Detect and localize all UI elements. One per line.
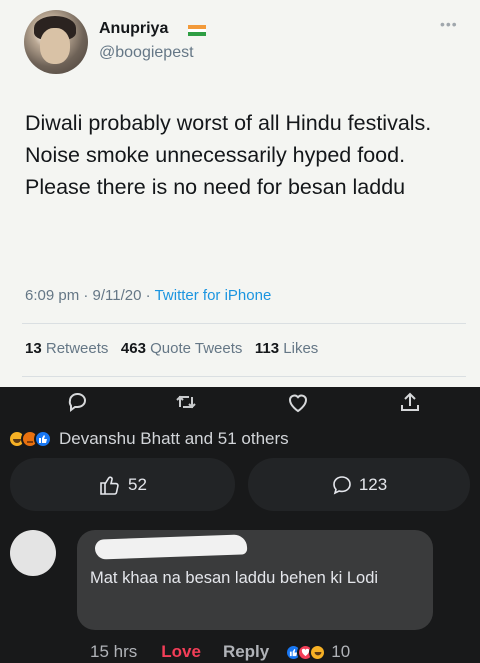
thumbs-up-icon [100, 475, 119, 495]
likes-count: 113 [254, 340, 280, 357]
reply-icon[interactable] [66, 391, 90, 413]
tweet-source[interactable]: Twitter for iPhone [155, 287, 272, 304]
meta-separator: · [83, 287, 93, 304]
comment-icon [333, 475, 351, 494]
commenter-avatar[interactable] [10, 530, 56, 576]
meta-separator: · [145, 287, 155, 304]
reply-button[interactable]: Reply [223, 642, 269, 662]
comment-text: Mat khaa na besan laddu behen ki Lodi [90, 569, 379, 587]
quote-tweets-stat[interactable]: 463 Quote Tweets [121, 340, 242, 357]
reactions-label: Devanshu Bhatt and 51 others [59, 429, 289, 448]
tweet-date[interactable]: 9/11/20 [93, 287, 142, 304]
comment-button[interactable]: 123 [248, 458, 470, 511]
retweets-count: 13 [25, 340, 42, 357]
avatar[interactable] [24, 10, 88, 74]
user-name[interactable]: Anupriya [99, 20, 168, 38]
user-handle[interactable]: @boogiepest [99, 44, 194, 62]
comment-actions: 15 hrs Love Reply 10 [90, 642, 350, 662]
love-reaction-button[interactable]: Love [161, 642, 201, 662]
like-icon[interactable] [286, 391, 310, 413]
like-icon [34, 430, 52, 448]
share-icon[interactable] [398, 391, 422, 413]
tweet-meta: 6:09 pm · 9/11/20 · Twitter for iPhone [25, 287, 271, 304]
comment-reactions[interactable]: 10 [285, 642, 350, 662]
tweet-time[interactable]: 6:09 pm [25, 287, 79, 304]
flag-icon [188, 25, 206, 36]
comment-count: 123 [358, 474, 388, 494]
like-button[interactable]: 52 [10, 458, 235, 511]
reactions-summary[interactable]: Devanshu Bhatt and 51 others [8, 428, 289, 450]
comment-time[interactable]: 15 hrs [90, 642, 137, 662]
comment-reactions-count: 10 [331, 642, 351, 661]
like-count: 52 [128, 474, 147, 494]
quote-count: 463 [120, 340, 146, 357]
tweet-text: Diwali probably worst of all Hindu festi… [25, 111, 432, 199]
tweet-stats: 13 Retweets 463 Quote Tweets 113 Likes [25, 340, 318, 357]
retweets-stat[interactable]: 13 Retweets [25, 340, 108, 357]
divider [22, 323, 466, 324]
retweets-label: Retweets [45, 340, 109, 357]
retweet-icon[interactable] [174, 391, 198, 413]
divider [22, 376, 466, 377]
likes-stat[interactable]: 113 Likes [255, 340, 318, 357]
tweet-card: Anupriya @boogiepest ••• Diwali probably… [0, 0, 480, 387]
avatar-face [40, 28, 70, 64]
quote-label: Quote Tweets [150, 340, 243, 357]
haha-icon [309, 643, 327, 661]
more-icon[interactable]: ••• [440, 16, 458, 32]
likes-label: Likes [283, 340, 319, 357]
